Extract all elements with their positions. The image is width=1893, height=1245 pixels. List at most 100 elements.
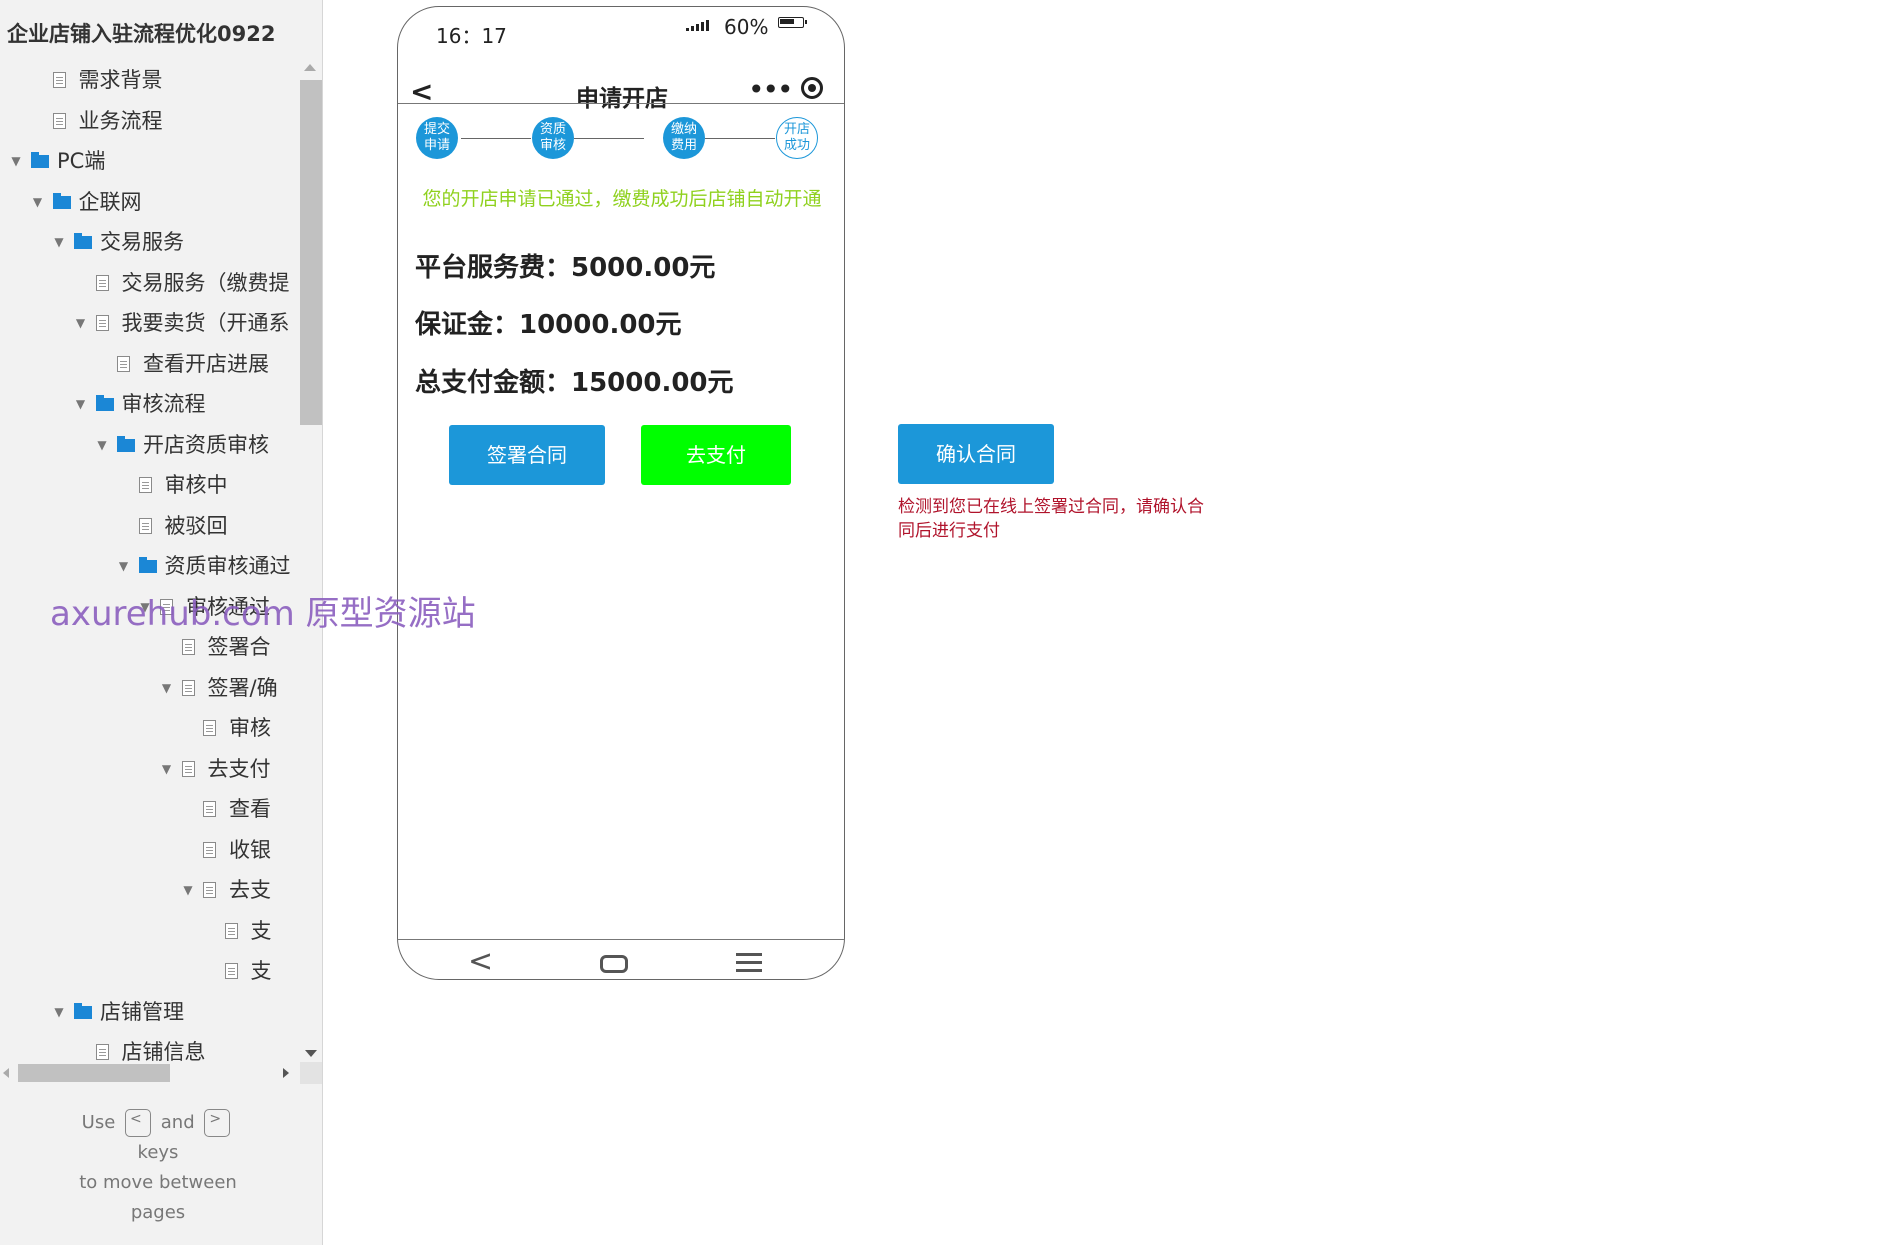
contract-warning: 检测到您已在线上签署过合同，请确认合同后进行支付 [898, 497, 1204, 541]
tree-item[interactable]: ▼ 签署/确 [0, 668, 300, 708]
sign-contract-button[interactable]: 签署合同 [449, 425, 605, 485]
tree-item-label: 开店资质审核 [143, 432, 269, 457]
tree-item-label: 店铺管理 [100, 999, 184, 1024]
tree-item[interactable]: 业务流程 [0, 101, 300, 141]
step-label: 提交 [423, 122, 450, 137]
tree-item[interactable]: 支 [0, 951, 300, 991]
go-pay-button[interactable]: 去支付 [641, 425, 791, 485]
expand-arrow-icon[interactable]: ▼ [31, 182, 45, 222]
scroll-up-arrow-icon[interactable] [304, 64, 316, 71]
step-payment: 缴纳 费用 [663, 117, 705, 159]
tree-item-label: 需求背景 [78, 68, 163, 92]
expand-arrow-icon[interactable]: ▼ [95, 425, 109, 465]
close-target-icon[interactable] [801, 77, 823, 99]
horizontal-scroll-thumb[interactable] [18, 1064, 170, 1082]
tree-item[interactable]: 交易服务（缴费提 [0, 263, 300, 303]
tree-item[interactable]: ▼ 资质审核通过 [0, 546, 300, 586]
hint-line4: pages [130, 1202, 186, 1223]
horizontal-scrollbar[interactable] [0, 1062, 322, 1084]
expand-arrow-icon[interactable]: ▼ [117, 546, 131, 586]
system-menu-icon[interactable] [736, 953, 762, 973]
expand-arrow-icon[interactable]: ▼ [74, 303, 88, 343]
folder-icon [31, 152, 49, 168]
tree-item-label: 审核 [229, 716, 271, 740]
tree-item[interactable]: ▼ 审核流程 [0, 384, 300, 424]
page-icon [181, 639, 195, 655]
scroll-right-arrow-icon[interactable] [283, 1068, 289, 1078]
vertical-scroll-thumb[interactable] [300, 80, 322, 425]
tree-item[interactable]: ▼ 开店资质审核 [0, 425, 300, 465]
tree-item[interactable]: 查看开店进展 [0, 344, 300, 384]
tree-item[interactable]: 审核中 [0, 465, 300, 505]
tree-item[interactable]: 查看 [0, 789, 300, 829]
page-icon [203, 882, 216, 898]
tree-item[interactable]: 审核 [0, 708, 300, 748]
vertical-scrollbar[interactable] [300, 60, 322, 1075]
folder-icon [138, 557, 157, 573]
page-icon [181, 679, 195, 696]
page-icon [181, 760, 195, 777]
tree-item[interactable]: ▼ 去支付 [0, 749, 300, 789]
expand-arrow-icon[interactable]: ▼ [52, 222, 66, 262]
bottom-divider [398, 939, 844, 940]
page-icon [224, 922, 238, 939]
status-time: 16：17 [436, 24, 507, 48]
step-connector [461, 138, 531, 139]
tree-item[interactable]: 收银 [0, 830, 300, 870]
tree-item[interactable]: 支 [0, 911, 300, 951]
tree-item-label: 支 [250, 918, 272, 943]
nav-divider [398, 103, 844, 104]
tree-item[interactable]: 被驳回 [0, 506, 300, 546]
tree-item-label: 审核流程 [121, 392, 206, 416]
expand-arrow-icon[interactable]: ▼ [52, 992, 66, 1032]
confirm-contract-button[interactable]: 确认合同 [898, 424, 1054, 484]
page-icon [203, 801, 216, 817]
tree-item[interactable]: ▼ PC端 [0, 141, 300, 181]
step-connector [574, 138, 644, 139]
page-tree: 需求背景 业务流程 ▼ PC端 ▼ 企联网 ▼ 交易服务 交易服务（缴费提 ▼ 我要卖货（开通系 查看… [0, 60, 300, 1075]
tree-item-label: 资质审核通过 [164, 554, 291, 578]
expand-arrow-icon[interactable]: ▼ [181, 870, 195, 910]
tree-item-label: 交易服务（缴费提 [121, 270, 290, 295]
scroll-left-arrow-icon[interactable] [3, 1068, 9, 1078]
tree-item[interactable]: ▼ 我要卖货（开通系 [0, 303, 300, 343]
battery-percent: 60% [724, 15, 769, 39]
tree-item[interactable]: ▼ 去支 [0, 870, 300, 910]
tree-item-label: 交易服务 [100, 230, 184, 254]
expand-arrow-icon[interactable]: ▼ [160, 749, 174, 789]
folder-icon [74, 233, 92, 249]
tree-item[interactable]: 需求背景 [0, 60, 300, 100]
folder-icon [95, 395, 114, 411]
tree-item-label: 查看开店进展 [143, 351, 269, 376]
page-icon [117, 355, 130, 372]
tree-item-label: 企联网 [78, 189, 142, 214]
tree-item-label: PC端 [57, 149, 106, 173]
tree-item-label: 支 [250, 959, 272, 983]
system-back-icon[interactable]: < [468, 944, 493, 979]
expand-arrow-icon[interactable]: ▼ [9, 141, 23, 181]
right-key-icon: > [204, 1109, 231, 1137]
scroll-down-arrow-icon[interactable] [305, 1050, 317, 1057]
page-icon [52, 112, 66, 129]
expand-arrow-icon[interactable]: ▼ [74, 384, 88, 424]
step-label: 缴纳 [670, 122, 697, 137]
folder-icon [74, 1002, 92, 1019]
more-dots-icon[interactable]: ••• [748, 73, 794, 106]
expand-arrow-icon[interactable]: ▼ [160, 668, 174, 708]
tree-item-label: 收银 [229, 837, 271, 862]
tree-item-label: 去支 [229, 878, 271, 902]
step-success: 开店 成功 [776, 117, 818, 159]
hint-line3: to move between [79, 1172, 237, 1193]
tree-item[interactable]: ▼ 企联网 [0, 182, 300, 222]
step-review: 资质 审核 [532, 117, 574, 159]
tree-item[interactable]: ▼ 店铺管理 [0, 992, 300, 1032]
system-home-icon[interactable] [600, 955, 628, 973]
tree-item[interactable]: ▼ 交易服务 [0, 222, 300, 262]
project-title: 企业店铺入驻流程优化0922 [7, 22, 276, 46]
tree-item-label: 被驳回 [164, 513, 228, 538]
page-icon [52, 72, 66, 88]
scrollbar-corner [300, 1062, 322, 1084]
page-icon [95, 274, 109, 291]
deposit-fee: 保证金：10000.00元 [415, 310, 682, 340]
folder-icon [117, 435, 135, 452]
